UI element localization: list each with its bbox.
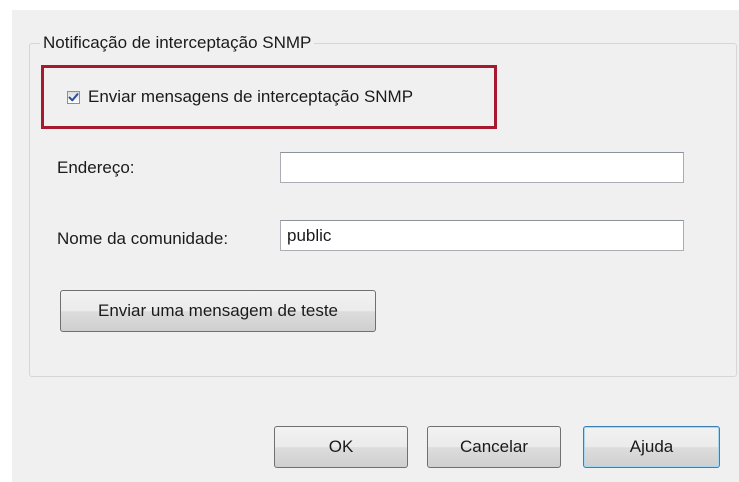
- address-input[interactable]: [280, 152, 684, 183]
- checkmark-icon: [68, 92, 79, 101]
- group-title: Notificação de interceptação SNMP: [40, 33, 315, 53]
- page: Notificação de interceptação SNMP Enviar…: [0, 0, 739, 482]
- send-traps-label: Enviar mensagens de interceptação SNMP: [88, 87, 414, 106]
- address-label: Endereço:: [57, 158, 135, 177]
- ok-button[interactable]: OK: [274, 426, 408, 468]
- send-test-message-button[interactable]: Enviar uma mensagem de teste: [60, 290, 376, 332]
- cancel-button[interactable]: Cancelar: [427, 426, 561, 468]
- help-button[interactable]: Ajuda: [583, 426, 720, 468]
- community-input[interactable]: [280, 220, 684, 251]
- send-traps-checkbox-row[interactable]: Enviar mensagens de interceptação SNMP: [67, 86, 413, 108]
- snmp-dialog: Notificação de interceptação SNMP Enviar…: [12, 10, 739, 482]
- community-label: Nome da comunidade:: [57, 229, 229, 248]
- send-traps-checkbox[interactable]: [67, 90, 80, 104]
